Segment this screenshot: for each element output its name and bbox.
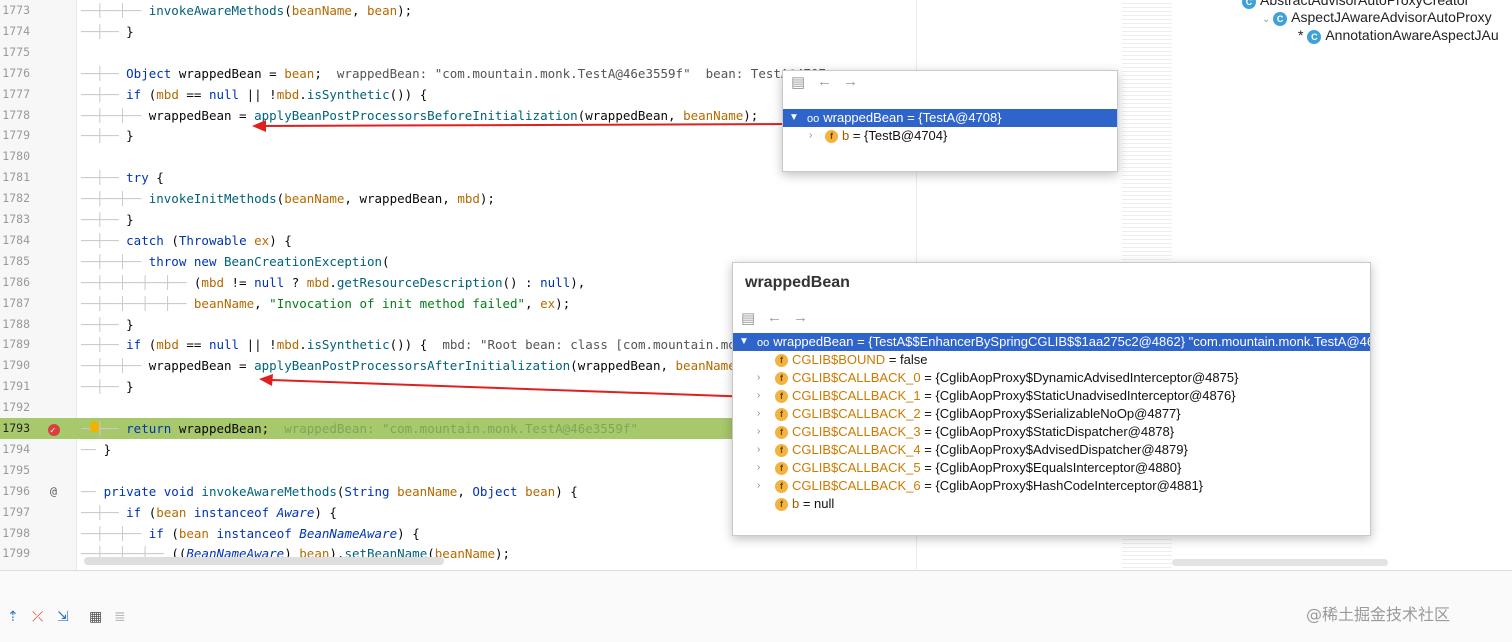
field-name: CGLIB$CALLBACK_4 [792,442,921,457]
field-icon: f [775,498,788,512]
tree-row-field[interactable]: › fb = {TestB@4704} [783,127,1117,145]
field-value: = null [799,496,835,511]
tree-row-field[interactable]: › f CGLIB$CALLBACK_3 = {CglibAopProxy$Stat… [733,423,1370,441]
back-arrow-icon[interactable]: ← [767,309,782,326]
chevron-right-icon[interactable]: › [757,423,760,441]
chevron-down-icon[interactable]: ▼ [739,333,749,351]
field-value: = {CglibAopProxy$StaticDispatcher@4878} [920,424,1175,439]
tree-row-field[interactable]: › f CGLIB$CALLBACK_4 = {CglibAopProxy$Advi… [733,441,1370,459]
tree-icon[interactable]: ▤ [741,309,755,327]
tree-row-field[interactable]: › f CGLIB$CALLBACK_1 = {CglibAopProxy$Stat… [733,387,1370,405]
variable-popup-large[interactable]: wrappedBean ▤ ← → ▼ oo wrappedBean = {Tes… [732,262,1371,536]
tree-row-field[interactable]: › f CGLIB$CALLBACK_6 = {CglibAopProxy$Hash… [733,477,1370,495]
field-value: = {CglibAopProxy$HashCodeInterceptor@488… [920,478,1204,493]
field-icon: f [775,444,788,458]
arrow-head-2 [259,374,273,386]
field-icon: f [775,354,788,368]
field-name: CGLIB$CALLBACK_0 [792,370,921,385]
field-name: CGLIB$CALLBACK_3 [792,424,921,439]
chevron-down-icon[interactable]: ▼ [789,109,799,127]
tree-icon[interactable]: ▤ [791,73,805,91]
chevron-right-icon[interactable]: › [757,405,760,423]
field-name: CGLIB$BOUND [792,352,886,367]
chevron-right-icon[interactable]: › [757,459,760,477]
tree-row-field[interactable]: › f CGLIB$CALLBACK_0 = {CglibAopProxy$Dyna… [733,369,1370,387]
variable-popup-small[interactable]: ▤ ← → ▼ oo wrappedBean = {TestA@4708} › f… [782,70,1118,172]
watch-icon: oo [807,113,820,125]
field-name: CGLIB$CALLBACK_6 [792,478,921,493]
popup-title: wrappedBean [745,274,850,291]
arrow-line-2 [271,379,755,398]
tree-row-field[interactable]: f CGLIB$BOUND = false [733,351,1370,369]
chevron-right-icon[interactable]: › [809,127,812,145]
chevron-right-icon[interactable]: › [757,369,760,387]
tree-row-root[interactable]: ▼ oo wrappedBean = {TestA@4708} [783,109,1117,127]
field-value: = false [885,352,928,367]
tree-row-field[interactable]: › f CGLIB$CALLBACK_2 = {CglibAopProxy$Seri… [733,405,1370,423]
field-icon: f [775,408,788,422]
field-icon: f [775,390,788,404]
field-value: = {CglibAopProxy$SerializableNoOp@4877} [920,406,1181,421]
arrow-head-1 [252,120,266,132]
tree-row-field[interactable]: fb = null [733,495,1370,513]
forward-arrow-icon[interactable]: → [793,309,808,326]
field-name: CGLIB$CALLBACK_2 [792,406,921,421]
tree-row-field[interactable]: › f CGLIB$CALLBACK_5 = {CglibAopProxy$Equa… [733,459,1370,477]
field-name: CGLIB$CALLBACK_5 [792,460,921,475]
field-value: = {CglibAopProxy$DynamicAdvisedIntercept… [920,370,1239,385]
chevron-right-icon[interactable]: › [757,477,760,495]
field-icon: f [775,462,788,476]
back-arrow-icon[interactable]: ← [817,73,832,90]
arrow-line-1 [263,123,796,127]
forward-arrow-icon[interactable]: → [843,73,858,90]
watch-icon: oo [757,337,770,349]
field-value: = {CglibAopProxy$AdvisedDispatcher@4879} [920,442,1188,457]
chevron-right-icon[interactable]: › [757,387,760,405]
field-icon: f [775,372,788,386]
field-icon: f [775,480,788,494]
watermark: @稀土掘金技术社区 [1306,605,1451,624]
field-icon: f [825,130,838,144]
chevron-right-icon[interactable]: › [757,441,760,459]
tree-row-root[interactable]: ▼ oo wrappedBean = {TestA$$EnhancerBySpri… [733,333,1370,351]
field-value: = {CglibAopProxy$EqualsInterceptor@4880} [920,460,1182,475]
field-icon: f [775,426,788,440]
field-name: CGLIB$CALLBACK_1 [792,388,921,403]
field-value: = {CglibAopProxy$StaticUnadvisedIntercep… [920,388,1236,403]
